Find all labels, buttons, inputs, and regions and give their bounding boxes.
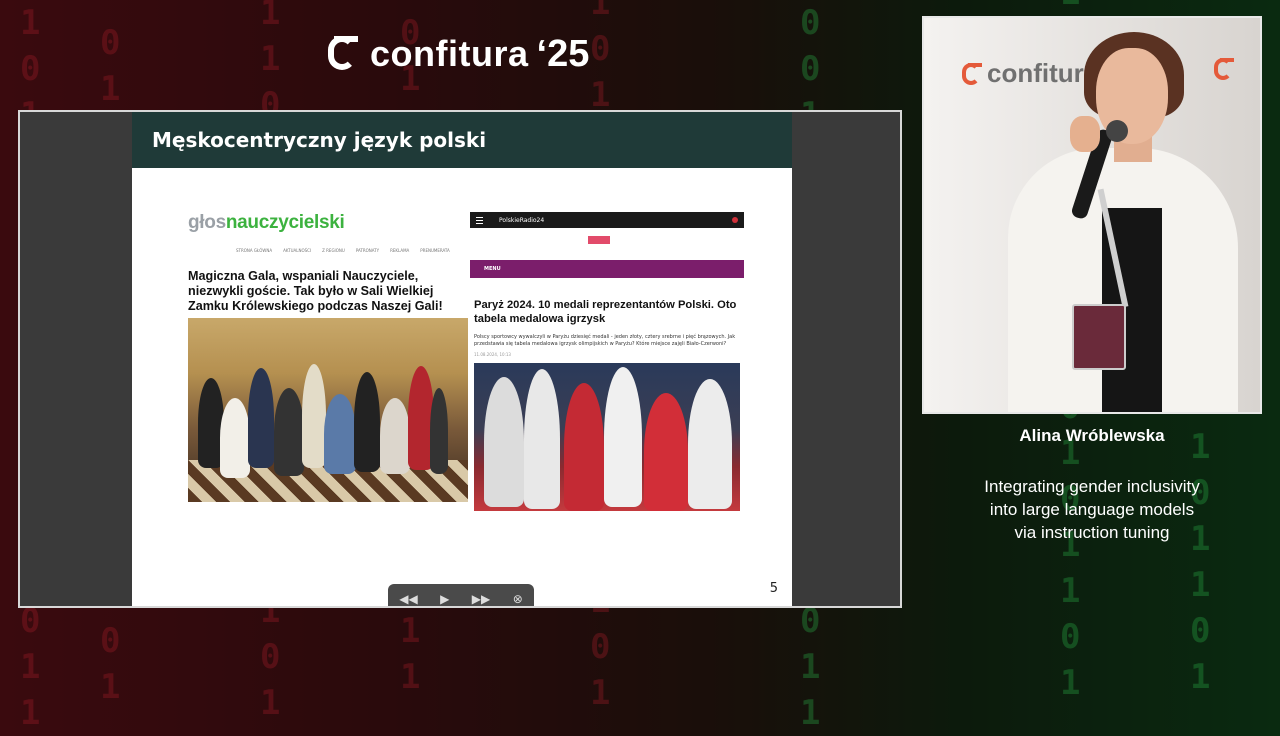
nav-item: REKLAMA xyxy=(390,248,410,253)
olympic-athletes-photo xyxy=(474,363,740,511)
speaker-video: confitura xyxy=(922,16,1262,414)
talk-title: Integrating gender inclusivity into larg… xyxy=(922,475,1262,544)
player-controls: ◀◀ ▶ ▶▶ ⊗ xyxy=(388,584,534,606)
slide-title: Męskocentryczny język polski xyxy=(132,112,792,168)
backdrop-logo: confitura xyxy=(962,58,1098,89)
article-headline: Paryż 2024. 10 medali reprezentantów Pol… xyxy=(474,299,737,325)
presentation-slide: Męskocentryczny język polski głosnauczyc… xyxy=(132,112,792,606)
site-nav: STRONA GŁÓWNA AKTUALNOŚCI Z REGIONU PATR… xyxy=(188,248,468,253)
live-dot-icon xyxy=(732,217,738,223)
event-logo-year: ‘25 xyxy=(536,32,590,75)
article-screenshot-glos-nauczycielski: głosnauczycielski STRONA GŁÓWNA AKTUALNO… xyxy=(188,212,468,502)
nav-item: AKTUALNOŚCI xyxy=(283,248,312,253)
confitura-logo-icon xyxy=(328,36,360,72)
close-circle-icon[interactable]: ⊗ xyxy=(513,592,523,606)
slide-viewer: Męskocentryczny język polski głosnauczyc… xyxy=(18,110,902,608)
conference-badge xyxy=(1072,304,1126,370)
menu-label: MENU xyxy=(484,266,501,272)
nav-item: PRENUMERATA xyxy=(420,248,450,253)
article-screenshot-polskie-radio: PolskieRadio24 MENU Paryż 2024. 10 medal… xyxy=(470,212,744,511)
site-name: PolskieRadio24 xyxy=(499,216,545,224)
play-icon[interactable]: ▶ xyxy=(440,592,449,606)
event-logo-text: confitura xyxy=(370,33,529,74)
confitura-logo-icon xyxy=(962,62,982,85)
site-logo: głosnauczycielski xyxy=(188,212,345,233)
article-lead: Polscy sportowcy wywalczyli w Paryżu dzi… xyxy=(474,334,736,347)
site-menu-bar: MENU xyxy=(470,260,744,278)
backdrop-logo xyxy=(1214,58,1239,80)
talk-title-line: into large language models xyxy=(989,500,1195,519)
gala-group-photo xyxy=(188,318,468,502)
slide-number: 5 xyxy=(769,581,778,596)
article-date: 11.08.2024, 10:13 xyxy=(474,352,511,357)
nav-item: PATRONATY xyxy=(355,248,380,253)
olympic-section-logo xyxy=(588,236,610,244)
talk-title-line: via instruction tuning xyxy=(1014,523,1170,542)
confitura-logo-icon xyxy=(1214,58,1234,80)
nav-item: STRONA GŁÓWNA xyxy=(236,248,273,253)
site-topbar: PolskieRadio24 xyxy=(470,212,744,228)
speaker-name: Alina Wróblewska xyxy=(1019,426,1165,445)
talk-title-line: Integrating gender inclusivity xyxy=(984,477,1200,496)
rewind-icon[interactable]: ◀◀ xyxy=(399,592,417,606)
event-logo: confitura ‘25 xyxy=(328,30,589,78)
nav-item: Z REGIONU xyxy=(322,248,345,253)
article-headline: Magiczna Gala, wspaniali Nauczyciele, ni… xyxy=(188,269,443,313)
hamburger-icon xyxy=(476,216,483,224)
fast-forward-icon[interactable]: ▶▶ xyxy=(472,592,490,606)
